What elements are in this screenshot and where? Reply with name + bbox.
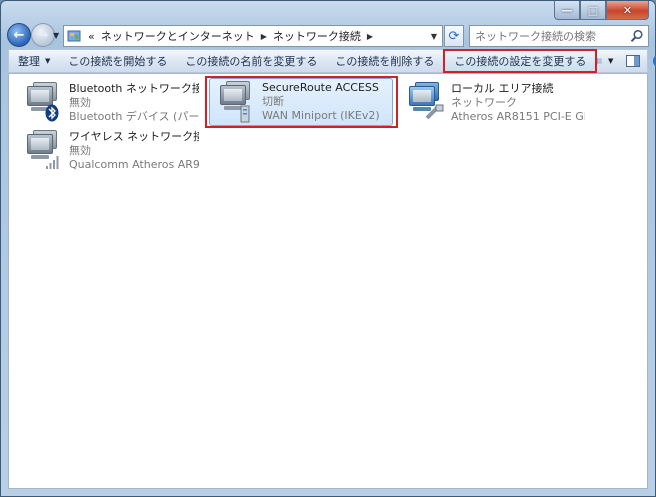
chevron-down-icon: ▼ [608, 57, 614, 65]
refresh-button[interactable]: ⟳ [444, 25, 464, 47]
connection-name: Bluetooth ネットワーク接続 [69, 82, 199, 95]
list-item-local-area[interactable]: ローカル エリア接続 ネットワーク Atheros AR8151 PCI-E G… [399, 80, 589, 128]
connection-text: Bluetooth ネットワーク接続 無効 Bluetooth デバイス (パー… [65, 82, 199, 126]
connection-name: ワイヤレス ネットワーク接続 [69, 130, 199, 143]
control-panel-icon [67, 30, 81, 42]
search-input[interactable] [470, 29, 620, 43]
rename-connection-button[interactable]: この接続の名前を変更する [176, 50, 326, 72]
highlight-box [205, 76, 398, 128]
address-bar[interactable]: « ネットワークとインターネット ▶ ネットワーク接続 ▶ ▼ [63, 25, 443, 47]
connection-device: Bluetooth デバイス (パーソナ... [69, 110, 199, 123]
organize-label: 整理 [18, 55, 40, 68]
forward-button[interactable]: → [31, 23, 55, 47]
connection-text: ローカル エリア接続 ネットワーク Atheros AR8151 PCI-E G… [447, 82, 585, 126]
connection-status: 無効 [69, 144, 91, 157]
connection-status: 無効 [69, 96, 91, 109]
explorer-window: — □ ✕ ← → ▼ « ネットワークとインターネット ▶ ネットワーク接続 … [0, 0, 656, 497]
connection-text: ワイヤレス ネットワーク接続 無効 Qualcomm Atheros AR900… [65, 130, 199, 174]
wireless-network-icon [21, 130, 65, 174]
caption-buttons: — □ ✕ [554, 1, 649, 20]
view-controls: ▼ ? [597, 53, 656, 69]
preview-pane-icon [626, 55, 641, 67]
recent-pages-dropdown[interactable]: ▼ [53, 31, 59, 40]
delete-connection-button[interactable]: この接続を削除する [326, 50, 443, 72]
breadcrumb-overflow[interactable]: « [85, 30, 98, 43]
preview-pane-button[interactable] [625, 53, 641, 69]
bluetooth-network-icon [21, 82, 65, 126]
lan-connection-icon [403, 82, 447, 126]
chevron-down-icon: ▼ [45, 57, 51, 65]
connection-status: ネットワーク [451, 96, 517, 109]
change-settings-button[interactable]: この接続の設定を変更する [443, 49, 598, 73]
breadcrumb-separator-icon[interactable]: ▶ [364, 32, 376, 41]
details-view-icon [597, 58, 603, 64]
list-item-bluetooth[interactable]: Bluetooth ネットワーク接続 無効 Bluetooth デバイス (パー… [17, 80, 203, 128]
view-options-button[interactable]: ▼ [597, 53, 613, 69]
command-bar: 整理 ▼ この接続を開始する この接続の名前を変更する この接続を削除する この… [8, 49, 656, 73]
search-box[interactable] [469, 25, 649, 47]
navigation-bar: ← → ▼ « ネットワークとインターネット ▶ ネットワーク接続 ▶ ▼ ⟳ [1, 23, 655, 49]
breadcrumb-separator-icon[interactable]: ▶ [258, 32, 270, 41]
connection-name: ローカル エリア接続 [451, 82, 554, 95]
connection-device: Atheros AR8151 PCI-E Gigabit... [451, 110, 585, 123]
back-button[interactable]: ← [7, 23, 31, 47]
list-item-wireless[interactable]: ワイヤレス ネットワーク接続 無効 Qualcomm Atheros AR900… [17, 128, 203, 176]
start-connection-button[interactable]: この接続を開始する [59, 50, 176, 72]
close-button[interactable]: ✕ [606, 1, 649, 20]
connections-list: Bluetooth ネットワーク接続 無効 Bluetooth デバイス (パー… [8, 73, 648, 489]
breadcrumb-network-connections[interactable]: ネットワーク接続 [270, 28, 364, 44]
connection-device: Qualcomm Atheros AR9002W... [69, 158, 199, 171]
breadcrumb-network-internet[interactable]: ネットワークとインターネット [98, 28, 258, 44]
maximize-button[interactable]: □ [580, 1, 606, 20]
organize-menu-button[interactable]: 整理 ▼ [9, 50, 59, 72]
address-dropdown-icon[interactable]: ▼ [426, 32, 442, 41]
minimize-button[interactable]: — [554, 1, 580, 20]
search-icon[interactable] [630, 29, 644, 43]
